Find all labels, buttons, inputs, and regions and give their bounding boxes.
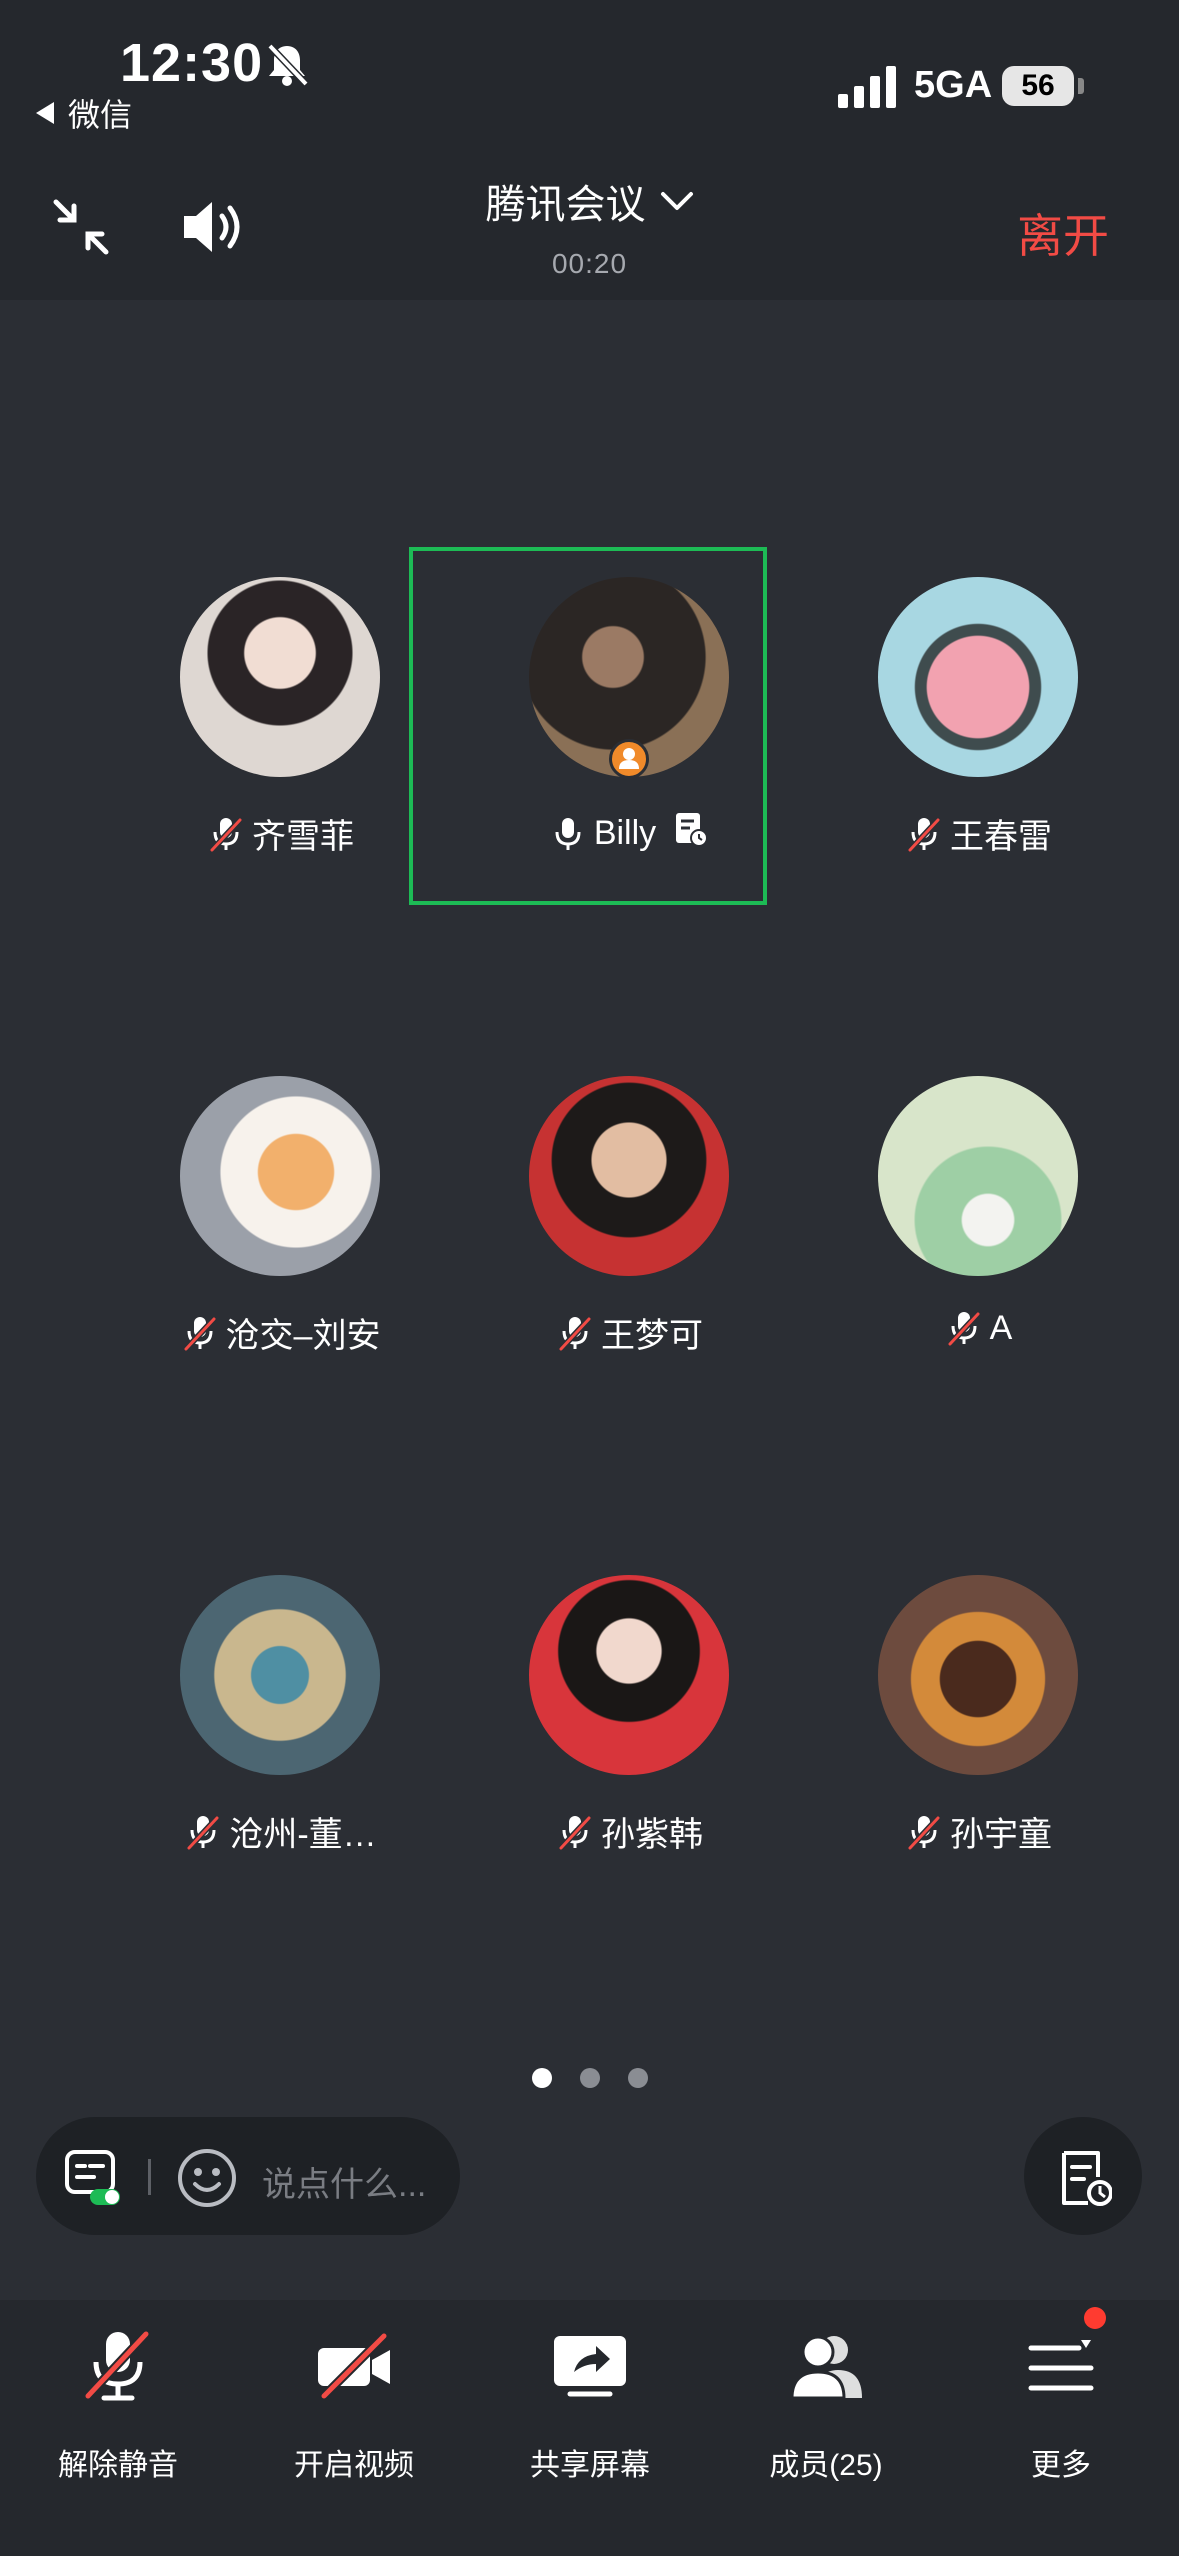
meeting-title-dropdown[interactable]: 腾讯会议 — [486, 172, 694, 230]
share-screen-button[interactable]: 共享屏幕 — [472, 2326, 708, 2506]
participant-avatar — [180, 577, 380, 777]
network-type: 5GA — [914, 64, 993, 106]
more-button[interactable]: 更多 — [943, 2326, 1179, 2506]
participant-name-row: A — [763, 1308, 1179, 1348]
page-dot-2[interactable] — [579, 2068, 600, 2088]
mic-muted-icon — [183, 1316, 216, 1351]
participant-tile[interactable]: 沧交–刘安 — [65, 1046, 415, 1406]
back-arrow-icon — [36, 102, 54, 124]
mic-icon — [555, 817, 581, 850]
silent-bell-icon — [267, 43, 309, 87]
participant-name: 齐雪菲 — [252, 818, 354, 856]
participant-name: 沧交–刘安 — [225, 1317, 381, 1355]
chat-bar[interactable]: 说点什么... — [36, 2117, 460, 2235]
battery-icon: 56 — [1002, 66, 1086, 108]
participant-tile[interactable]: 孙紫韩 — [414, 1545, 764, 1905]
participant-avatar — [878, 1575, 1078, 1775]
participant-name-row: 孙宇童 — [763, 1807, 1179, 1856]
mic-muted-icon — [558, 1316, 592, 1351]
meeting-title-area: 腾讯会议 00:20 — [0, 172, 1179, 280]
participant-tile[interactable]: 王梦可 — [414, 1046, 764, 1406]
participant-tile[interactable]: 王春雷 — [763, 547, 1113, 907]
start-video-button[interactable]: 开启视频 — [236, 2326, 472, 2506]
menu-icon — [1028, 2340, 1094, 2391]
mic-muted-icon — [84, 2330, 150, 2401]
chat-input[interactable]: 说点什么... — [262, 2157, 426, 2206]
back-to-app-link[interactable]: 微信 — [36, 90, 132, 136]
divider — [148, 2159, 151, 2195]
host-badge-icon — [609, 739, 649, 779]
leave-button[interactable]: 离开 — [1017, 200, 1109, 266]
notes-icon — [1062, 2151, 1112, 2206]
back-app-label: 微信 — [68, 97, 133, 133]
meeting-timer: 00:20 — [551, 248, 628, 279]
mic-muted-icon — [558, 1815, 592, 1850]
notification-badge — [1084, 2307, 1106, 2329]
members-label: 成员(25) — [769, 2449, 883, 2482]
start-video-label: 开启视频 — [294, 2449, 414, 2482]
participant-avatar — [529, 1575, 729, 1775]
participant-name: Billy — [593, 814, 657, 852]
participant-tile[interactable]: 孙宇童 — [763, 1545, 1113, 1905]
mic-muted-icon — [947, 1311, 980, 1347]
notes-icon — [676, 813, 709, 847]
participant-avatar — [878, 577, 1078, 777]
notes-button[interactable] — [1024, 2117, 1142, 2235]
emoji-icon[interactable] — [176, 2147, 238, 2209]
participant-tile[interactable]: 沧州-董… — [65, 1545, 415, 1905]
chevron-down-icon — [660, 192, 693, 210]
participant-tile[interactable]: Billy — [414, 547, 764, 907]
mic-muted-icon — [187, 1815, 220, 1850]
top-bar: 12:30 微信 5GA 56 腾讯会议 00:20 离开 — [0, 0, 1179, 300]
cellular-signal-icon — [838, 66, 896, 108]
participant-name: 王春雷 — [950, 818, 1052, 856]
share-screen-icon — [554, 2336, 626, 2397]
participant-avatar — [529, 1076, 729, 1276]
participant-name: 沧州-董… — [229, 1816, 377, 1854]
unmute-button[interactable]: 解除静音 — [0, 2326, 236, 2506]
participant-tile[interactable]: 齐雪菲 — [65, 547, 415, 907]
members-icon — [790, 2335, 862, 2400]
participant-tile[interactable]: A — [763, 1046, 1113, 1406]
participant-name-row: 王春雷 — [763, 809, 1179, 858]
bottom-toolbar: 解除静音 开启视频 共享屏幕 成员(25) 更多 — [0, 2300, 1179, 2556]
participant-name: A — [989, 1308, 1013, 1347]
caption-icon[interactable] — [64, 2149, 122, 2207]
participant-name: 孙宇童 — [950, 1816, 1052, 1854]
status-time: 12:30 — [120, 33, 264, 93]
participant-name: 王梦可 — [601, 1317, 703, 1355]
participant-avatar — [180, 1076, 380, 1276]
mic-muted-icon — [907, 817, 941, 852]
participant-avatar — [180, 1575, 380, 1775]
video-off-icon — [318, 2332, 390, 2400]
mic-muted-icon — [209, 817, 243, 852]
page-dot-3[interactable] — [627, 2068, 648, 2088]
battery-level: 56 — [1002, 66, 1074, 106]
meeting-title: 腾讯会议 — [485, 183, 646, 227]
page-indicator[interactable] — [0, 2068, 1179, 2088]
page-dot-1[interactable] — [531, 2068, 552, 2088]
participant-name: 孙紫韩 — [601, 1816, 703, 1854]
mic-muted-icon — [907, 1815, 941, 1850]
share-screen-label: 共享屏幕 — [530, 2449, 650, 2482]
participant-avatar — [878, 1076, 1078, 1276]
more-label: 更多 — [1031, 2449, 1091, 2482]
members-button[interactable]: 成员(25) — [708, 2326, 944, 2506]
unmute-label: 解除静音 — [58, 2449, 178, 2482]
